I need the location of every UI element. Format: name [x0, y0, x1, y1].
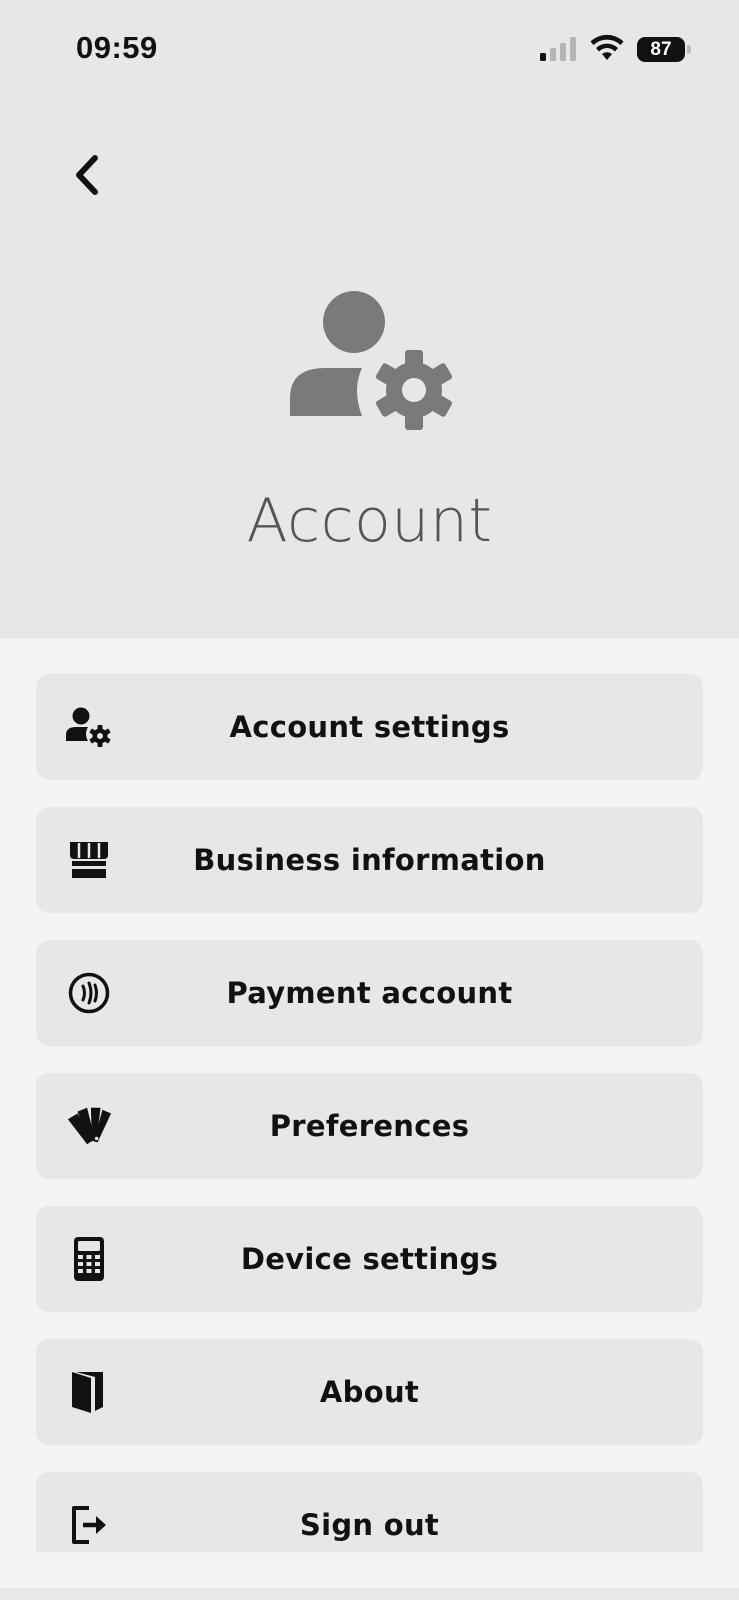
account-settings-button[interactable]: Account settings	[36, 674, 703, 780]
color-swatches-icon	[66, 1103, 112, 1149]
cellular-signal-icon	[540, 37, 576, 61]
battery-tip	[687, 45, 691, 54]
menu-item-label: Sign out	[299, 1508, 440, 1542]
back-button[interactable]	[62, 148, 110, 202]
battery-indicator: 87	[637, 37, 691, 62]
account-header: 09:59 87 Account	[0, 0, 739, 638]
payment-account-button[interactable]: Payment account	[36, 940, 703, 1046]
device-settings-button[interactable]: Device settings	[36, 1206, 703, 1312]
preferences-button[interactable]: Preferences	[36, 1073, 703, 1179]
chevron-left-icon	[76, 155, 98, 195]
business-information-button[interactable]: Business information	[36, 807, 703, 913]
menu-item-label: Business information	[193, 843, 546, 877]
menu-scroll-area[interactable]: Account settings Business information Pa…	[0, 674, 739, 1552]
sign-out-button[interactable]: Sign out	[36, 1472, 703, 1552]
sign-out-icon	[66, 1502, 112, 1548]
menu-item-label: Device settings	[240, 1242, 499, 1276]
contactless-icon	[66, 970, 112, 1016]
status-bar: 09:59 87	[0, 0, 739, 100]
user-gear-icon	[66, 704, 112, 750]
user-gear-icon	[290, 291, 453, 430]
menu-item-label: About	[319, 1375, 420, 1409]
wifi-icon	[590, 34, 624, 60]
account-menu: Account settings Business information Pa…	[36, 674, 703, 1552]
status-time: 09:59	[76, 30, 158, 65]
storefront-icon	[66, 837, 112, 883]
menu-item-label: Account settings	[229, 710, 510, 744]
battery-level: 87	[637, 37, 685, 62]
menu-item-label: Payment account	[226, 976, 513, 1010]
menu-item-label: Preferences	[269, 1109, 470, 1143]
about-button[interactable]: About	[36, 1339, 703, 1445]
account-screen: 09:59 87 Account Account settings Busine…	[0, 0, 739, 1600]
calculator-icon	[66, 1236, 112, 1282]
page-title: Account	[246, 486, 493, 556]
book-icon	[66, 1369, 112, 1415]
home-indicator-area	[0, 1588, 739, 1600]
